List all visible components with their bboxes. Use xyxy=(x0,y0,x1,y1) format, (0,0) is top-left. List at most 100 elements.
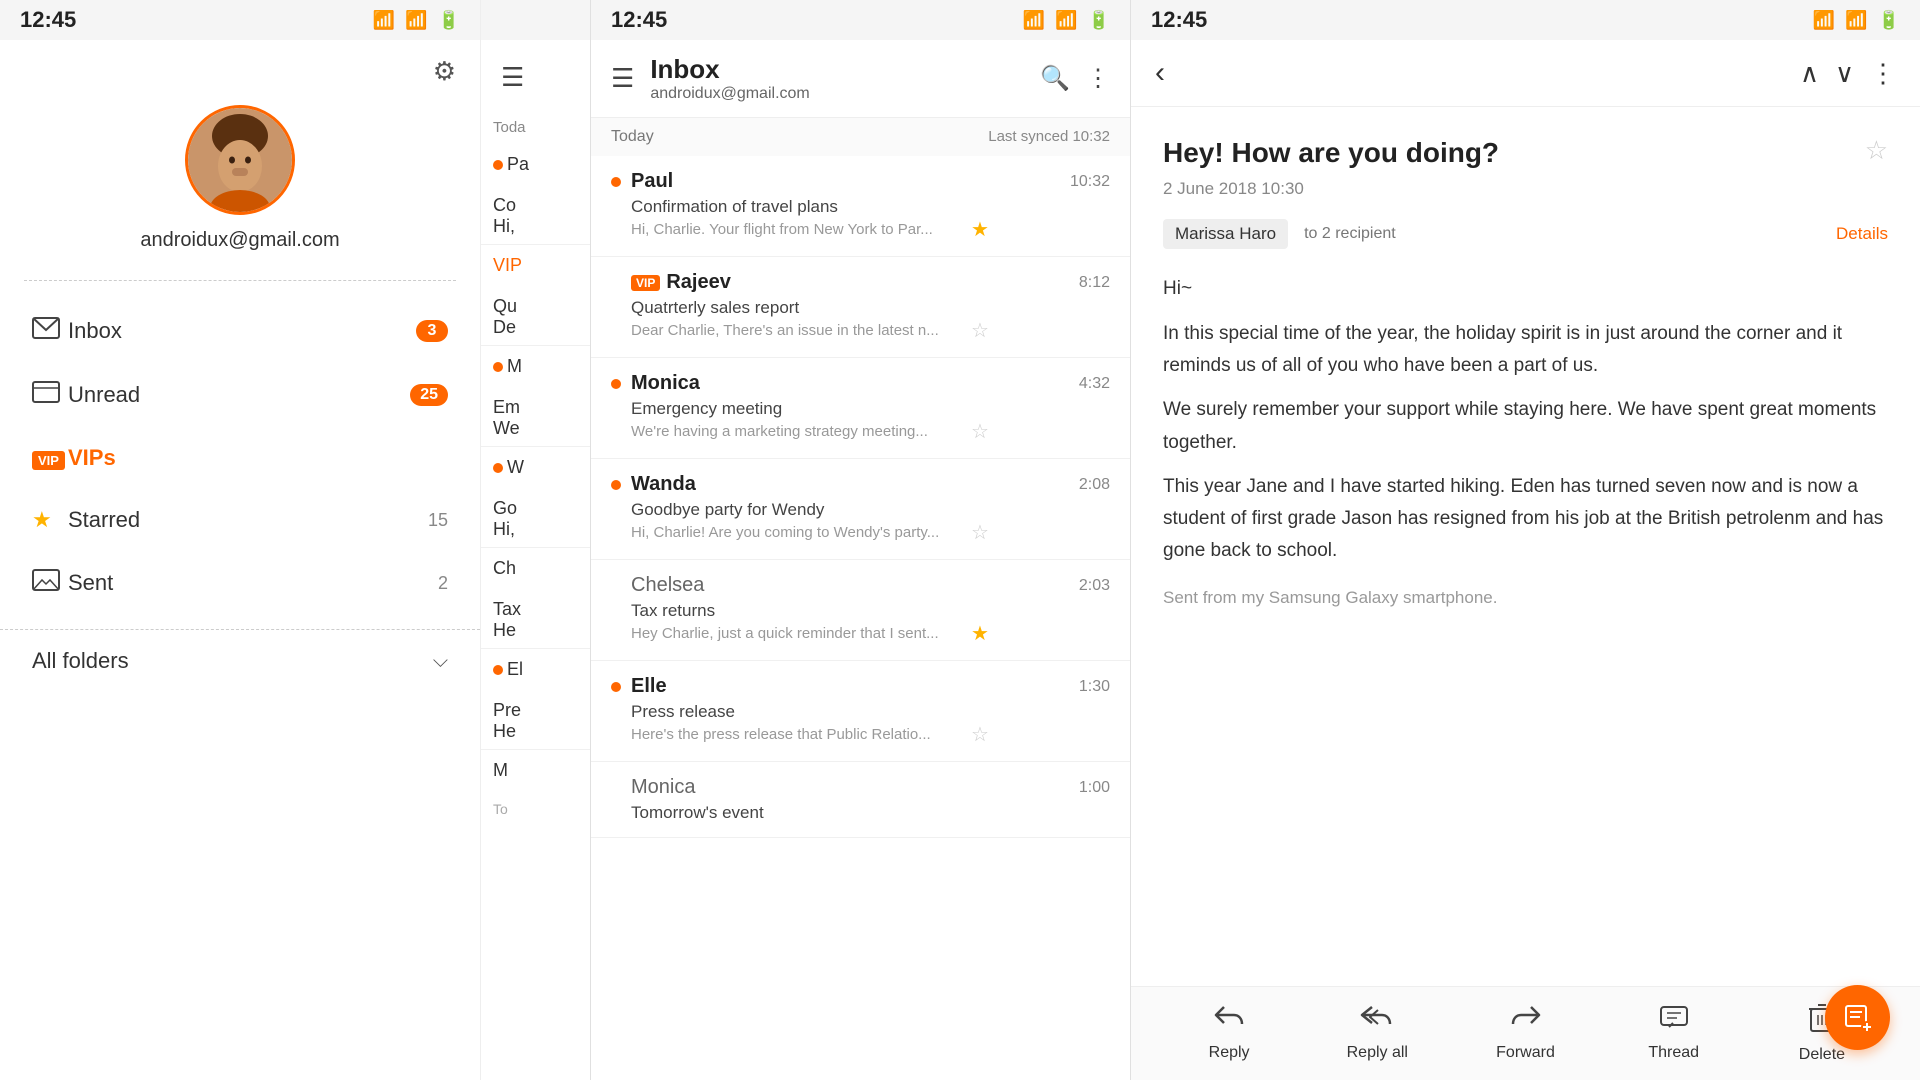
sidebar-item-inbox[interactable]: Inbox 3 xyxy=(0,299,480,363)
detail-subject: Hey! How are you doing? xyxy=(1163,135,1853,171)
prev-email-button[interactable]: ∧ xyxy=(1800,58,1819,89)
settings-button[interactable]: ⚙ xyxy=(433,56,456,87)
email-subject-monica2: Tomorrow's event xyxy=(631,803,1110,823)
thread-icon xyxy=(1659,1005,1689,1038)
unread-dot-wanda xyxy=(611,480,621,490)
detail-details-link[interactable]: Details xyxy=(1836,224,1888,244)
email-row3-chelsea: Hey Charlie, just a quick reminder that … xyxy=(611,621,1110,646)
star-elle[interactable]: ☆ xyxy=(971,722,989,747)
inbox-icon xyxy=(32,317,68,345)
email-sender-rajeev: Rajeev xyxy=(666,271,1079,294)
email-item-wanda[interactable]: Wanda 2:08 Goodbye party for Wendy Hi, C… xyxy=(591,459,1130,560)
email-preview-rajeev: Dear Charlie, There's an issue in the la… xyxy=(631,322,971,339)
email-sender-wanda: Wanda xyxy=(631,473,1079,496)
star-chelsea[interactable]: ★ xyxy=(971,621,989,646)
email-preview-chelsea: Hey Charlie, just a quick reminder that … xyxy=(631,625,971,642)
section-today-label: Today xyxy=(611,128,654,146)
email-item-chelsea[interactable]: Chelsea 2:03 Tax returns Hey Charlie, ju… xyxy=(591,560,1130,661)
detail-more-icon[interactable]: ⋮ xyxy=(1870,58,1896,89)
unread-dot-paul xyxy=(611,177,621,187)
inbox-panel: 12:45 📶 📶 🔋 ☰ Inbox androidux@gmail.com … xyxy=(590,0,1130,1080)
star-wanda[interactable]: ☆ xyxy=(971,520,989,545)
detail-to: to 2 recipient xyxy=(1304,225,1396,243)
email-time-wanda: 2:08 xyxy=(1079,476,1110,494)
more-options-icon[interactable]: ⋮ xyxy=(1086,64,1110,93)
partial-menu-icon[interactable]: ☰ xyxy=(481,40,590,115)
sidebar-item-vips[interactable]: VIP VIPs xyxy=(0,427,480,489)
email-row1-monica1: Monica 4:32 xyxy=(611,372,1110,395)
detail-body-p2: In this special time of the year, the ho… xyxy=(1163,318,1888,383)
reply-all-button[interactable]: Reply all xyxy=(1303,1005,1451,1062)
forward-button[interactable]: Forward xyxy=(1451,1005,1599,1062)
email-item-monica2[interactable]: Monica 1:00 Tomorrow's event xyxy=(591,762,1130,838)
inbox-actions: 🔍 ⋮ xyxy=(1040,64,1110,93)
partial-list-item-1[interactable]: Pa xyxy=(481,144,590,185)
email-item-monica1[interactable]: Monica 4:32 Emergency meeting We're havi… xyxy=(591,358,1130,459)
detail-body-p1: Hi~ xyxy=(1163,273,1888,305)
email-row1-rajeev: VIP Rajeev 8:12 xyxy=(611,271,1110,294)
thread-label: Thread xyxy=(1648,1044,1699,1062)
partial-list-item-6[interactable]: El xyxy=(481,649,590,690)
thread-button[interactable]: Thread xyxy=(1600,1005,1748,1062)
email-sender-elle: Elle xyxy=(631,675,1079,698)
partial-list-item-3[interactable]: M xyxy=(481,346,590,387)
next-email-button[interactable]: ∨ xyxy=(1835,58,1854,89)
inbox-battery-icon: 🔋 xyxy=(1088,10,1110,31)
email-item-rajeev[interactable]: VIP Rajeev 8:12 Quatrterly sales report … xyxy=(591,257,1130,358)
email-row3-wanda: Hi, Charlie! Are you coming to Wendy's p… xyxy=(611,520,1110,545)
starred-count: 15 xyxy=(428,510,448,531)
email-item-paul[interactable]: Paul 10:32 Confirmation of travel plans … xyxy=(591,156,1130,257)
detail-signal-icon: 📶 xyxy=(1845,10,1867,31)
star-rajeev[interactable]: ☆ xyxy=(971,318,989,343)
partial-subtext-4: GoHi, xyxy=(481,488,590,548)
detail-star-icon[interactable]: ☆ xyxy=(1865,135,1888,166)
sidebar-header: ⚙ xyxy=(0,40,480,95)
all-folders-row[interactable]: All folders ⌵ xyxy=(0,629,480,692)
star-paul[interactable]: ★ xyxy=(971,217,989,242)
partial-list-item-4[interactable]: W xyxy=(481,447,590,488)
reply-button[interactable]: Reply xyxy=(1155,1005,1303,1062)
back-button[interactable]: ‹ xyxy=(1155,56,1165,90)
email-row2-monica1: Emergency meeting xyxy=(611,399,1110,419)
battery-icon: 🔋 xyxy=(438,10,460,31)
detail-content: Hey! How are you doing? ☆ 2 June 2018 10… xyxy=(1131,107,1920,986)
sidebar-item-sent[interactable]: Sent 2 xyxy=(0,551,480,615)
partial-list-item-5[interactable]: Ch xyxy=(481,548,590,589)
compose-button[interactable] xyxy=(1825,985,1890,1050)
reply-all-icon xyxy=(1360,1005,1394,1038)
partial-panel: ☰ Toda Pa CoHi, VIP QuDe M EmWe W GoHi, … xyxy=(480,0,590,1080)
sidebar-item-starred[interactable]: ★ Starred 15 xyxy=(0,489,480,551)
email-subject-chelsea: Tax returns xyxy=(631,601,1110,621)
detail-from: Marissa Haro xyxy=(1163,219,1288,249)
email-subject-wanda: Goodbye party for Wendy xyxy=(631,500,1110,520)
inbox-badge: 3 xyxy=(416,320,448,342)
reply-label: Reply xyxy=(1209,1044,1250,1062)
unread-dot-monica1 xyxy=(611,379,621,389)
star-monica1[interactable]: ☆ xyxy=(971,419,989,444)
detail-status-bar: 12:45 📶 📶 🔋 xyxy=(1131,0,1920,40)
detail-body-p4: This year Jane and I have started hiking… xyxy=(1163,471,1888,568)
detail-wifi-icon: 📶 xyxy=(1813,10,1835,31)
delete-label: Delete xyxy=(1799,1046,1845,1064)
vip-badge-rajeev: VIP xyxy=(631,275,660,291)
search-icon[interactable]: 🔍 xyxy=(1040,64,1070,93)
reply-icon xyxy=(1214,1005,1244,1038)
email-row1-chelsea: Chelsea 2:03 xyxy=(611,574,1110,597)
email-subject-rajeev: Quatrterly sales report xyxy=(631,298,1110,318)
detail-date: 2 June 2018 10:30 xyxy=(1163,179,1888,199)
detail-footer: Reply Reply all Forward xyxy=(1131,986,1920,1080)
inbox-title: Inbox xyxy=(650,54,1040,85)
inbox-menu-icon[interactable]: ☰ xyxy=(611,63,634,94)
email-row3-paul: Hi, Charlie. Your flight from New York t… xyxy=(611,217,1110,242)
forward-icon xyxy=(1511,1005,1541,1038)
sidebar-item-unread[interactable]: Unread 25 xyxy=(0,363,480,427)
email-item-elle[interactable]: Elle 1:30 Press release Here's the press… xyxy=(591,661,1130,762)
partial-list-item-2[interactable]: VIP xyxy=(481,245,590,286)
partial-subtext-3: EmWe xyxy=(481,387,590,447)
signal-icon: 📶 xyxy=(405,10,427,31)
detail-body: Hi~ In this special time of the year, th… xyxy=(1163,273,1888,567)
reply-all-label: Reply all xyxy=(1347,1044,1408,1062)
partial-list-item-7[interactable]: M xyxy=(481,750,590,791)
user-email: androidux@gmail.com xyxy=(140,229,339,252)
email-row2-chelsea: Tax returns xyxy=(611,601,1110,621)
